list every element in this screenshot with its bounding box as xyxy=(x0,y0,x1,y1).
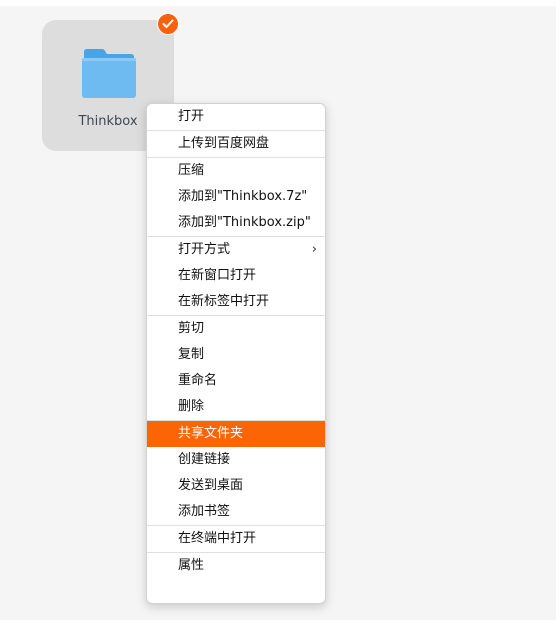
menu-item-copy[interactable]: 复制 xyxy=(147,342,325,368)
menu-item-create-link[interactable]: 创建链接 xyxy=(147,447,325,473)
menu-item-add-to-zip[interactable]: 添加到"Thinkbox.zip" xyxy=(147,210,325,236)
menu-group-terminal: 在终端中打开 xyxy=(147,525,325,552)
menu-group-upload: 上传到百度网盘 xyxy=(147,130,325,157)
menu-item-delete[interactable]: 删除 xyxy=(147,394,325,420)
menu-group-properties: 属性 xyxy=(147,552,325,579)
menu-item-add-bookmark[interactable]: 添加书签 xyxy=(147,499,325,525)
menu-group-compress: 压缩 添加到"Thinkbox.7z" 添加到"Thinkbox.zip" xyxy=(147,157,325,236)
menu-item-open-with[interactable]: 打开方式 › xyxy=(147,237,325,263)
menu-item-rename[interactable]: 重命名 xyxy=(147,368,325,394)
chevron-right-icon: › xyxy=(311,242,317,257)
context-menu: 打开 上传到百度网盘 压缩 添加到"Thinkbox.7z" 添加到"Think… xyxy=(146,103,326,604)
menu-item-share-folder[interactable]: 共享文件夹 xyxy=(147,421,325,447)
menu-item-upload-baidu[interactable]: 上传到百度网盘 xyxy=(147,131,325,157)
menu-item-open-new-window[interactable]: 在新窗口打开 xyxy=(147,263,325,289)
folder-icon xyxy=(82,49,136,98)
menu-item-open-new-tab[interactable]: 在新标签中打开 xyxy=(147,289,325,315)
menu-group-edit: 剪切 复制 重命名 删除 xyxy=(147,315,325,420)
menu-item-add-to-7z[interactable]: 添加到"Thinkbox.7z" xyxy=(147,184,325,210)
menu-item-open-with-label: 打开方式 xyxy=(178,242,231,257)
menu-item-open-terminal[interactable]: 在终端中打开 xyxy=(147,526,325,552)
menu-group-open: 打开 xyxy=(147,104,325,130)
menu-item-open[interactable]: 打开 xyxy=(147,104,325,130)
selected-check-icon xyxy=(157,13,179,35)
menu-item-properties[interactable]: 属性 xyxy=(147,553,325,579)
menu-group-open-with: 打开方式 › 在新窗口打开 在新标签中打开 xyxy=(147,236,325,315)
menu-item-compress[interactable]: 压缩 xyxy=(147,158,325,184)
menu-item-cut[interactable]: 剪切 xyxy=(147,316,325,342)
menu-item-send-to-desktop[interactable]: 发送到桌面 xyxy=(147,473,325,499)
menu-group-share: 共享文件夹 创建链接 发送到桌面 添加书签 xyxy=(147,420,325,525)
